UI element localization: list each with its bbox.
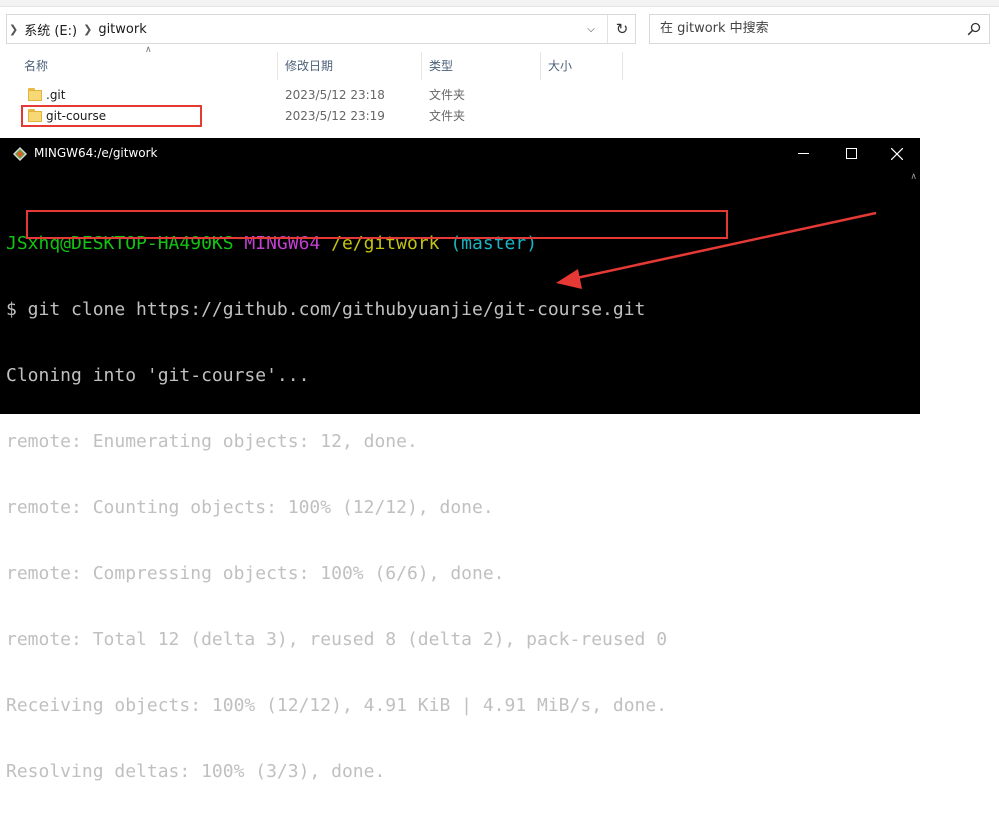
output-line: Resolving deltas: 100% (3/3), done.: [6, 761, 386, 782]
output-line: remote: Total 12 (delta 3), reused 8 (de…: [6, 629, 668, 650]
annotation-arrow: [556, 211, 877, 289]
output-line: Receiving objects: 100% (12/12), 4.91 Ki…: [6, 695, 668, 716]
output-line: remote: Enumerating objects: 12, done.: [6, 431, 418, 452]
output-line: remote: Counting objects: 100% (12/12), …: [6, 497, 494, 518]
output-line: remote: Compressing objects: 100% (6/6),…: [6, 563, 505, 584]
